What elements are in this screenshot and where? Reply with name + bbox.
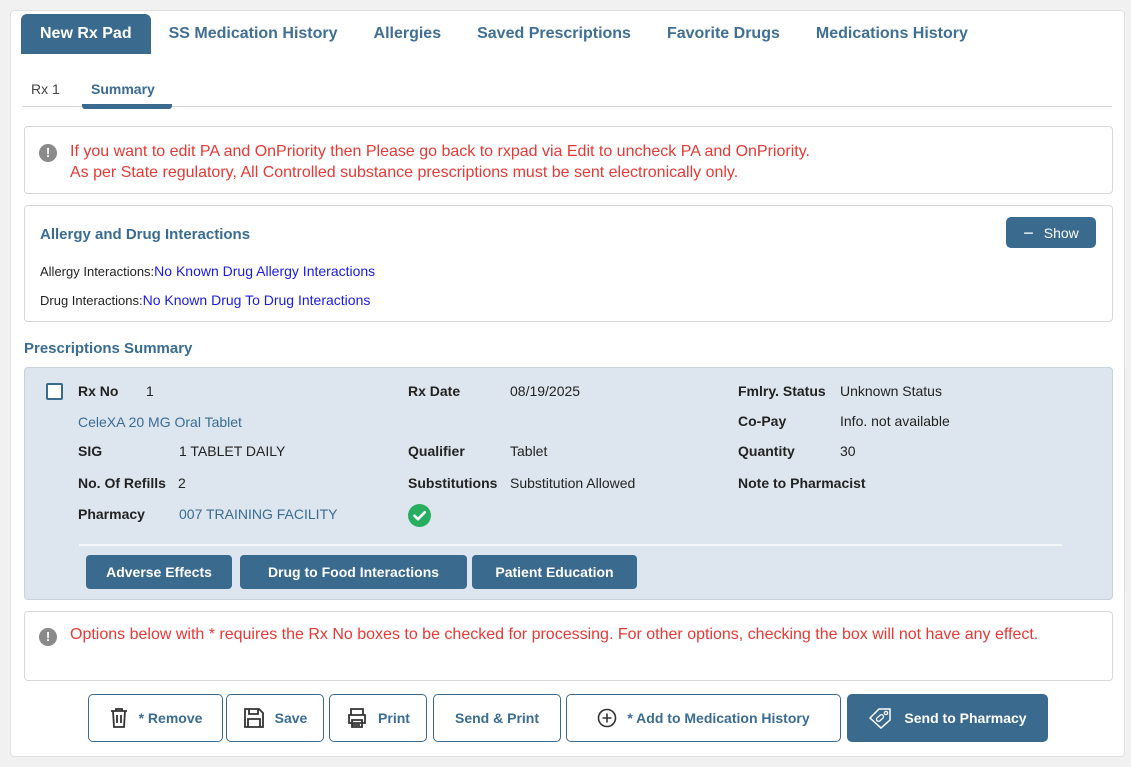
patient-education-button[interactable]: Patient Education	[472, 555, 637, 589]
subtab-rx1[interactable]: Rx 1	[31, 81, 60, 97]
options-info-alert: ! Options below with * requires the Rx N…	[24, 611, 1113, 681]
copay-value: Info. not available	[840, 413, 950, 429]
alert-message: If you want to edit PA and OnPriority th…	[70, 141, 1096, 183]
drug-interactions-label: Drug Interactions:	[40, 293, 143, 308]
prescriptions-summary-title: Prescriptions Summary	[24, 340, 193, 357]
tab-ss-medication-history[interactable]: SS Medication History	[151, 14, 356, 54]
tab-saved-prescriptions[interactable]: Saved Prescriptions	[459, 14, 649, 54]
print-button[interactable]: Print	[329, 694, 427, 742]
plus-circle-icon	[598, 708, 617, 728]
interactions-title: Allergy and Drug Interactions	[40, 226, 251, 243]
substitutions-label: Substitutions	[408, 475, 498, 491]
quantity-value: 30	[840, 443, 856, 459]
rx-select-checkbox[interactable]	[46, 383, 63, 400]
qualifier-value: Tablet	[510, 443, 548, 459]
formulary-status-value: Unknown Status	[840, 383, 942, 399]
pill-tag-icon	[869, 708, 892, 729]
print-button-label: Print	[378, 710, 410, 726]
add-to-medication-history-button[interactable]: * Add to Medication History	[566, 694, 841, 742]
drug-name-link[interactable]: CeleXA 20 MG Oral Tablet	[78, 414, 242, 430]
tab-favorite-drugs[interactable]: Favorite Drugs	[649, 14, 798, 54]
send-and-print-label: Send & Print	[454, 710, 539, 726]
main-tabs: New Rx Pad SS Medication History Allergi…	[21, 14, 986, 54]
rx-no-label: Rx No	[78, 383, 119, 399]
prescription-summary-panel: Rx No 1 CeleXA 20 MG Oral Tablet SIG 1 T…	[24, 367, 1113, 600]
rx-date-label: Rx Date	[408, 383, 461, 399]
sig-value: 1 TABLET DAILY	[179, 443, 286, 459]
options-alert-message: Options below with * requires the Rx No …	[70, 626, 1039, 643]
send-and-print-button[interactable]: Send & Print	[433, 694, 561, 742]
allergy-interactions-label: Allergy Interactions:	[40, 264, 155, 279]
sig-label: SIG	[78, 443, 103, 459]
rx-no-value: 1	[146, 383, 154, 399]
rx-date-value: 08/19/2025	[510, 383, 581, 399]
adverse-effects-button[interactable]: Adverse Effects	[86, 555, 232, 589]
active-subtab-indicator	[82, 104, 172, 109]
alert-line-1: If you want to edit PA and OnPriority th…	[70, 143, 810, 160]
save-button[interactable]: Save	[226, 694, 324, 742]
substitutions-value: Substitution Allowed	[510, 475, 636, 491]
printer-icon	[348, 708, 366, 728]
drug-interactions-value: No Known Drug To Drug Interactions	[142, 292, 371, 308]
note-to-pharmacist-label: Note to Pharmacist	[738, 475, 866, 491]
check-circle-icon	[408, 504, 431, 527]
trash-icon	[110, 708, 127, 728]
save-button-label: Save	[274, 710, 308, 726]
allergy-interactions-value: No Known Drug Allergy Interactions	[154, 263, 376, 279]
sub-tabs: Rx 1 Summary	[22, 73, 1112, 109]
alert-line-2: As per State regulatory, All Controlled …	[70, 164, 739, 181]
exclamation-icon: !	[39, 144, 57, 162]
add-to-medication-history-label: * Add to Medication History	[627, 710, 810, 726]
allergy-interactions-row: Allergy Interactions:No Known Drug Aller…	[40, 263, 375, 279]
show-button-label: Show	[1043, 224, 1079, 241]
copay-label: Co-Pay	[738, 413, 787, 429]
refills-label: No. Of Refills	[78, 475, 166, 491]
pharmacy-label: Pharmacy	[78, 506, 145, 522]
tab-new-rx-pad[interactable]: New Rx Pad	[21, 14, 151, 54]
allergy-drug-interactions-panel: Allergy and Drug Interactions − Show All…	[24, 205, 1113, 322]
send-to-pharmacy-button[interactable]: Send to Pharmacy	[847, 694, 1048, 742]
drug-interactions-row: Drug Interactions:No Known Drug To Drug …	[40, 292, 370, 308]
remove-button-label: * Remove	[138, 710, 203, 726]
divider	[79, 544, 1062, 546]
prescription-card: New Rx Pad SS Medication History Allergi…	[10, 10, 1125, 757]
qualifier-label: Qualifier	[408, 443, 465, 459]
send-to-pharmacy-label: Send to Pharmacy	[904, 710, 1027, 726]
edit-warning-alert: ! If you want to edit PA and OnPriority …	[24, 126, 1113, 194]
formulary-status-label: Fmlry. Status	[738, 383, 826, 399]
pharmacy-link[interactable]: 007 TRAINING FACILITY	[179, 506, 337, 522]
floppy-disk-icon	[243, 708, 264, 728]
show-button[interactable]: − Show	[1006, 217, 1096, 248]
quantity-label: Quantity	[738, 443, 795, 459]
remove-button[interactable]: * Remove	[88, 694, 223, 742]
subtab-summary[interactable]: Summary	[91, 81, 155, 97]
tab-medications-history[interactable]: Medications History	[798, 14, 986, 54]
refills-value: 2	[178, 475, 186, 491]
tab-allergies[interactable]: Allergies	[356, 14, 460, 54]
minus-icon: −	[1023, 222, 1034, 243]
drug-food-interactions-button[interactable]: Drug to Food Interactions	[240, 555, 467, 589]
exclamation-icon: !	[39, 628, 57, 646]
